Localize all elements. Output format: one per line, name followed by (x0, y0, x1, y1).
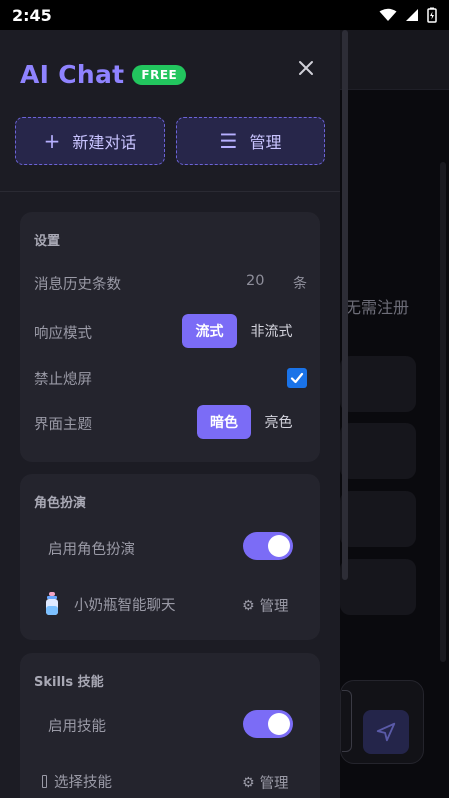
keep-screen-on-checkbox[interactable] (287, 368, 307, 388)
theme-dark[interactable]: 暗色 (197, 405, 251, 439)
baby-bottle-icon (42, 592, 64, 615)
menu-icon: ☰ (219, 129, 238, 153)
close-icon (299, 61, 313, 75)
send-button[interactable] (363, 710, 409, 754)
background-card[interactable] (340, 423, 416, 479)
background-input-edge (342, 690, 352, 752)
skills-title: Skills 技能 (34, 675, 104, 690)
keep-screen-on-label: 禁止熄屏 (34, 372, 92, 388)
check-icon (290, 372, 304, 384)
roleplay-enable-label: 启用角色扮演 (48, 542, 135, 558)
background-scrollbar (440, 162, 446, 662)
battery-charging-icon (427, 7, 437, 23)
drawer-actions: + 新建对话 ☰ 管理 (15, 117, 325, 165)
free-badge: FREE (132, 64, 187, 85)
status-icons (379, 7, 437, 23)
skills-toggle[interactable] (243, 710, 293, 738)
history-count-label: 消息历史条数 (34, 277, 121, 293)
drawer-header: AI Chat FREE (20, 60, 187, 89)
status-time: 2:45 (12, 5, 52, 25)
response-mode-stream[interactable]: 流式 (182, 314, 237, 348)
theme-label: 界面主题 (34, 417, 92, 433)
manage-chats-button[interactable]: ☰ 管理 (176, 117, 325, 165)
history-count-unit: 条 (293, 276, 307, 292)
new-chat-button[interactable]: + 新建对话 (15, 117, 165, 165)
character-name[interactable]: 小奶瓶智能聊天 (74, 594, 176, 615)
settings-section: 设置 消息历史条数 20 条 响应模式 流式 非流式 禁止熄屏 界面主题 暗色 … (20, 212, 320, 462)
drawer-divider (0, 191, 340, 192)
theme-light[interactable]: 亮色 (251, 405, 306, 439)
skills-manage-label: 管理 (259, 776, 289, 792)
send-icon (376, 722, 396, 742)
close-button[interactable] (294, 56, 318, 80)
status-bar: 2:45 (0, 0, 449, 30)
roleplay-toggle[interactable] (243, 532, 293, 560)
new-chat-label: 新建对话 (72, 133, 137, 152)
roleplay-section: 角色扮演 启用角色扮演 小奶瓶智能聊天 ⚙ 管理 (20, 474, 320, 640)
skills-enable-label: 启用技能 (48, 719, 106, 735)
history-count-input[interactable]: 20 (246, 273, 264, 289)
select-skills-label[interactable]: 选择技能 (54, 771, 112, 792)
side-drawer: AI Chat FREE + 新建对话 ☰ 管理 设置 消息历史条数 20 条 … (0, 30, 340, 798)
signal-icon (406, 9, 418, 21)
roleplay-title: 角色扮演 (34, 496, 87, 511)
background-hint-text: 无需注册 (345, 298, 410, 317)
background-top-bar (340, 30, 449, 90)
response-mode-label: 响应模式 (34, 326, 92, 342)
background-card[interactable] (340, 559, 416, 615)
skill-placeholder-icon (42, 775, 47, 788)
plus-icon: + (43, 129, 61, 153)
drawer-scrollbar[interactable] (342, 30, 348, 580)
gear-icon: ⚙ (242, 597, 255, 614)
toggle-knob (268, 535, 290, 557)
manage-chats-label: 管理 (249, 133, 282, 152)
roleplay-manage-button[interactable]: ⚙ 管理 (242, 595, 289, 616)
background-card[interactable] (340, 491, 416, 547)
toggle-knob (268, 713, 290, 735)
theme-selector: 暗色 亮色 (197, 405, 306, 439)
wifi-icon (379, 8, 397, 21)
background-card[interactable] (340, 356, 416, 412)
app-title: AI Chat (20, 60, 125, 89)
skills-manage-button[interactable]: ⚙ 管理 (242, 772, 289, 793)
roleplay-manage-label: 管理 (259, 599, 289, 615)
response-mode-non-stream[interactable]: 非流式 (237, 314, 306, 348)
response-mode-selector: 流式 非流式 (182, 314, 306, 348)
app-root: 2:45 无需注册 AI Chat FREE + 新建对话 ☰ 管理 设置 消息… (0, 0, 449, 798)
settings-title: 设置 (34, 234, 61, 249)
skills-section: Skills 技能 启用技能 选择技能 ⚙ 管理 (20, 653, 320, 798)
gear-icon: ⚙ (242, 774, 255, 791)
